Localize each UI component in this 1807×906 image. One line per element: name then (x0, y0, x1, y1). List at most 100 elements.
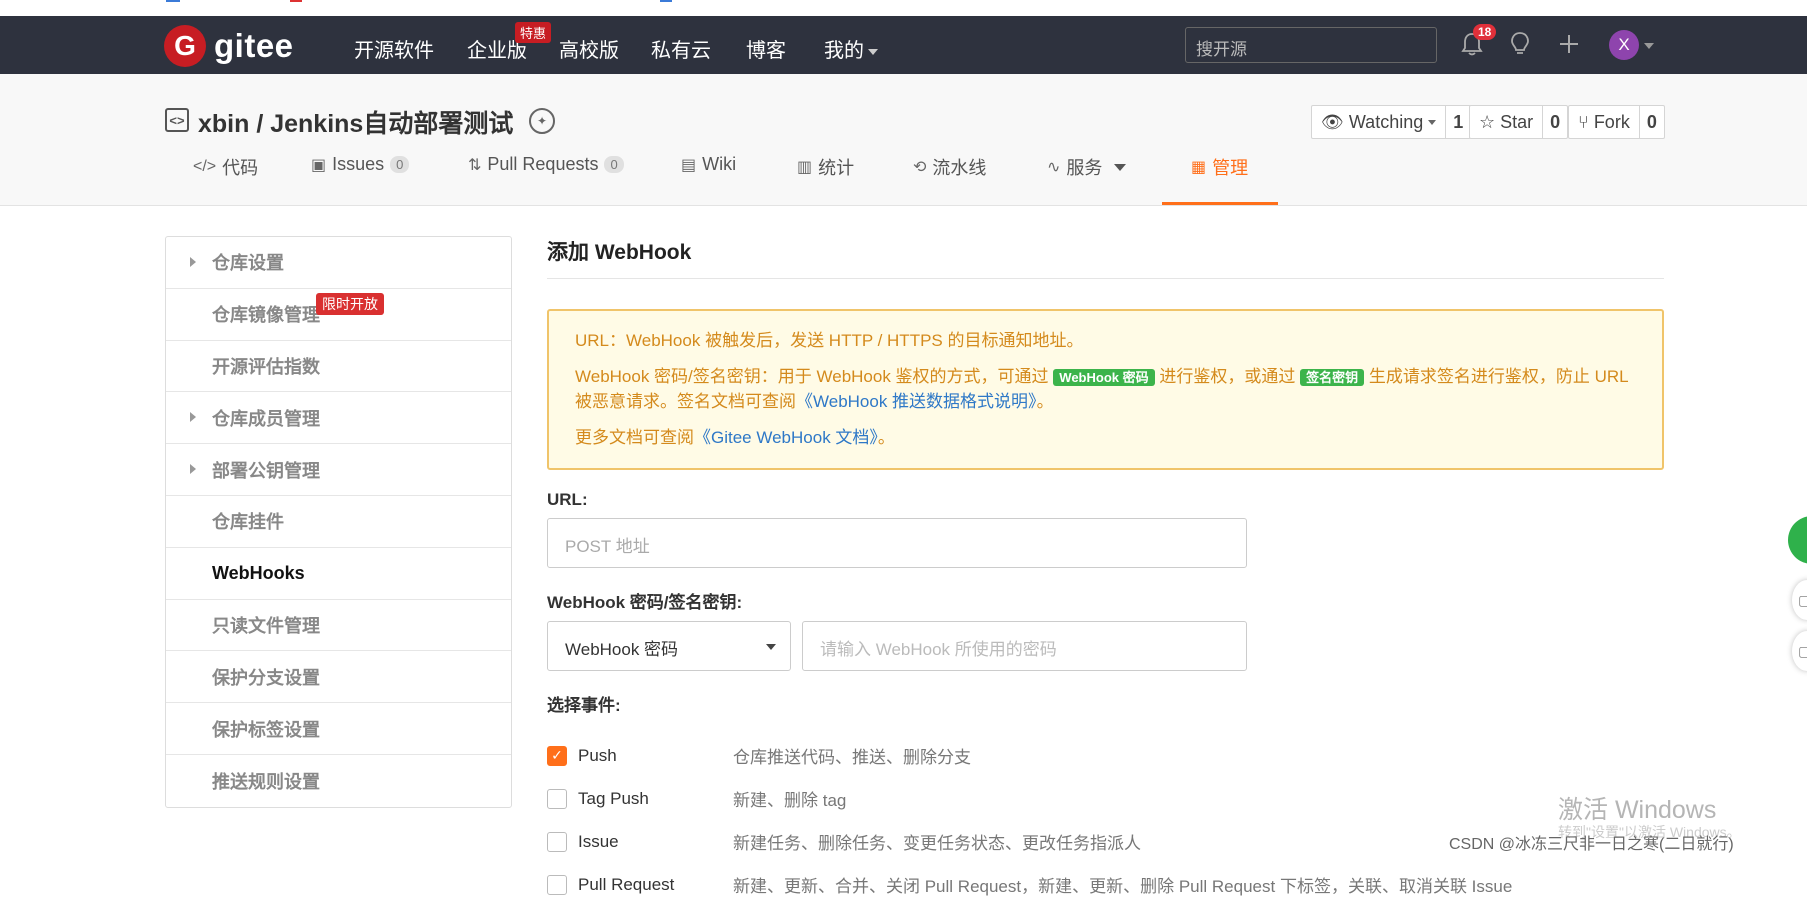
fork-button[interactable]: ⑂ Fork 0 (1568, 105, 1665, 139)
event-row-tag-push: Tag Push 新建、删除 tag (547, 777, 1664, 820)
sidebar-item-widgets[interactable]: 仓库挂件 (166, 496, 511, 548)
secret-input[interactable]: 请输入 WebHook 所使用的密码 (802, 621, 1247, 671)
tab-code-label: 代码 (222, 158, 259, 178)
secret-label: WebHook 密码/签名密钥: (547, 593, 743, 612)
pull-request-checkbox[interactable] (547, 874, 567, 895)
tab-pipeline[interactable]: ⟲ 流水线 (913, 154, 986, 180)
top-strip-mark (290, 0, 302, 2)
event-name[interactable]: Pull Request (578, 875, 733, 895)
code-icon: </> (193, 158, 217, 175)
notice-text: 进行鉴权，或通过 (1159, 367, 1296, 386)
url-input[interactable]: POST 地址 (547, 518, 1247, 568)
event-name[interactable]: Issue (578, 832, 733, 852)
nav-open-source[interactable]: 开源软件 (354, 34, 434, 63)
pull-request-icon: ⇅ (468, 156, 482, 174)
help-icon[interactable]: ▢ (1792, 631, 1807, 671)
plus-icon[interactable] (1554, 29, 1584, 59)
recommend-badge-icon[interactable]: ✦ (529, 108, 555, 134)
tag-push-checkbox[interactable] (547, 788, 567, 809)
top-strip-mark (166, 0, 180, 2)
sign-key-tag: 签名密钥 (1300, 369, 1365, 386)
tab-code[interactable]: </> 代码 (193, 154, 258, 180)
push-checkbox[interactable]: ✓ (547, 745, 567, 766)
fork-count[interactable]: 0 (1638, 106, 1664, 138)
tab-wiki[interactable]: ▤ Wiki (681, 154, 736, 175)
chevron-down-icon[interactable] (1644, 43, 1654, 49)
notice-text: 。 (1036, 392, 1054, 411)
top-navbar: G gitee 开源软件 企业版 特惠 高校版 私有云 博客 我的 搜开源 18… (0, 16, 1807, 74)
event-desc: 仓库推送代码、推送、删除分支 (733, 748, 971, 767)
bar-chart-icon: ▥ (797, 159, 813, 176)
gitee-logo-icon: G (164, 25, 206, 67)
tab-pull-requests[interactable]: ⇅ Pull Requests 0 (468, 154, 624, 175)
avatar[interactable]: X (1609, 30, 1639, 60)
star-count[interactable]: 0 (1542, 106, 1567, 138)
pulse-icon: ∿ (1047, 159, 1061, 176)
lightbulb-icon[interactable] (1505, 29, 1535, 59)
sidebar-item-deploy-keys[interactable]: 部署公钥管理 (166, 444, 511, 496)
tab-stats-label: 统计 (818, 158, 855, 178)
pipeline-icon: ⟲ (913, 159, 927, 176)
tab-issues-label: Issues (332, 154, 385, 174)
gitee-logo-text: gitee (214, 27, 294, 64)
sidebar-item-label: 开源评估指数 (212, 356, 320, 377)
sidebar-item-repo-settings[interactable]: 仓库设置 (166, 237, 511, 289)
notice-text: 。 (877, 428, 895, 447)
sidebar-item-push-rules[interactable]: 推送规则设置 (166, 755, 511, 807)
nav-blog[interactable]: 博客 (746, 34, 786, 63)
notification-count-badge: 18 (1473, 24, 1497, 40)
event-row-pull-request: Pull Request 新建、更新、合并、关闭 Pull Request，新建… (547, 863, 1664, 906)
star-button[interactable]: ☆ Star 0 (1469, 105, 1569, 139)
sidebar-item-label: 保护分支设置 (212, 667, 320, 688)
settings-sidebar: 仓库设置 仓库镜像管理 开源评估指数 仓库成员管理 部署公钥管理 仓库挂件 We… (165, 236, 512, 808)
notice-line-url: URL：WebHook 被触发后，发送 HTTP / HTTPS 的目标通知地址… (575, 331, 1084, 350)
notice-line-secret: WebHook 密码/签名密钥：用于 WebHook 鉴权的方式，可通过 Web… (575, 365, 1636, 414)
eye-icon: 👁 (1321, 111, 1344, 132)
repo-title[interactable]: xbin / Jenkins自动部署测试 (198, 104, 513, 140)
format-doc-link[interactable]: 《WebHook 推送数据格式说明》 (796, 392, 1037, 411)
watch-button[interactable]: 👁 Watching 1 (1311, 105, 1472, 139)
sidebar-item-protected-branches[interactable]: 保护分支设置 (166, 651, 511, 704)
event-row-push: ✓ Push 仓库推送代码、推送、删除分支 (547, 734, 1664, 777)
event-name[interactable]: Tag Push (578, 789, 733, 809)
floating-action-button[interactable] (1788, 516, 1807, 564)
events-list: ✓ Push 仓库推送代码、推送、删除分支 Tag Push 新建、删除 tag… (547, 734, 1664, 906)
page-title: 添加 WebHook (547, 236, 1664, 279)
sidebar-item-webhooks[interactable]: WebHooks (166, 548, 511, 600)
watch-count[interactable]: 1 (1445, 106, 1470, 138)
nav-private-cloud[interactable]: 私有云 (651, 34, 711, 63)
tab-services[interactable]: ∿ 服务 (1047, 154, 1127, 180)
tab-manage[interactable]: ▦ 管理 (1191, 154, 1248, 180)
webhook-doc-link[interactable]: 《Gitee WebHook 文档》 (694, 428, 878, 447)
nav-university[interactable]: 高校版 (559, 34, 619, 63)
secret-type-value: WebHook 密码 (565, 640, 679, 659)
tab-stats[interactable]: ▥ 统计 (797, 154, 854, 180)
events-label: 选择事件: (547, 696, 621, 715)
notice-text: 更多文档可查阅 (575, 428, 694, 447)
secret-type-select[interactable]: WebHook 密码 (547, 621, 791, 671)
tab-issues[interactable]: ▣ Issues 0 (311, 154, 410, 175)
book-icon: ▤ (681, 156, 697, 174)
watch-text: Watching (1348, 111, 1424, 132)
sidebar-item-readonly-files[interactable]: 只读文件管理 (166, 600, 511, 652)
sidebar-item-members[interactable]: 仓库成员管理 (166, 392, 511, 445)
search-input[interactable]: 搜开源 (1185, 27, 1437, 63)
sidebar-item-oss-index[interactable]: 开源评估指数 (166, 341, 511, 393)
webhook-form: 添加 WebHook URL：WebHook 被触发后，发送 HTTP / HT… (547, 236, 1664, 906)
manage-icon: ▦ (1191, 159, 1207, 176)
star-icon: ☆ (1479, 111, 1496, 132)
browser-top-strip (0, 0, 1807, 16)
windows-activation-watermark: 激活 Windows (1558, 796, 1717, 824)
sidebar-item-label: 推送规则设置 (212, 771, 320, 792)
sidebar-item-protected-tags[interactable]: 保护标签设置 (166, 703, 511, 755)
tab-services-label: 服务 (1066, 158, 1103, 178)
caret-right-icon (190, 464, 196, 475)
feedback-icon[interactable]: ▢ (1792, 580, 1807, 620)
issue-checkbox[interactable] (547, 831, 567, 852)
event-desc: 新建、更新、合并、关闭 Pull Request，新建、更新、删除 Pull R… (733, 877, 1513, 896)
event-name[interactable]: Push (578, 746, 733, 766)
nav-mine-menu[interactable]: 我的 (824, 34, 878, 63)
sidebar-item-label: 部署公钥管理 (212, 460, 320, 481)
gitee-logo[interactable]: G gitee (164, 25, 294, 67)
sidebar-item-label: 仓库镜像管理 (212, 305, 320, 326)
